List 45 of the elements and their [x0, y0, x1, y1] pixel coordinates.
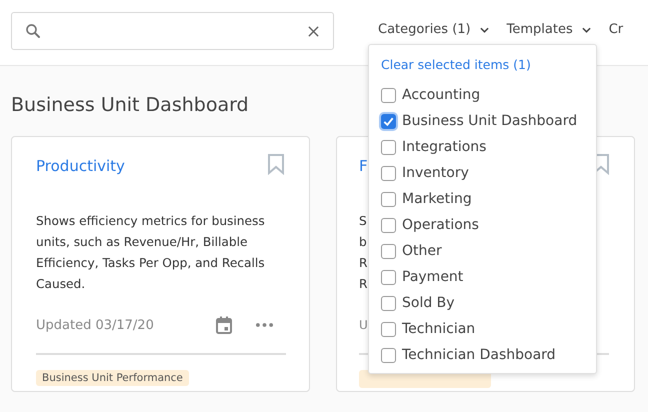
- card-description: R: [359, 276, 368, 293]
- category-option[interactable]: Sold By: [381, 290, 455, 316]
- checkbox[interactable]: [381, 244, 396, 258]
- caret-icon: [582, 26, 591, 32]
- updated-date: Updated 03/17/20: [36, 318, 155, 332]
- category-option[interactable]: Marketing: [381, 186, 472, 212]
- category-option[interactable]: Other: [381, 238, 442, 264]
- card-description: S: [359, 213, 367, 230]
- checkbox[interactable]: [381, 192, 396, 206]
- checkbox[interactable]: [381, 348, 396, 362]
- card-description: Shows efficiency metrics for business units, such as Revenue/Hr, Billable Efficiency, Tasks Per Opp, and Recalls Caused.: [36, 213, 266, 293]
- checkbox[interactable]: [381, 270, 396, 284]
- updated-date: U: [359, 318, 368, 332]
- filter-dropdown[interactable]: Templates: [506, 22, 591, 37]
- bookmark-icon[interactable]: [267, 153, 285, 175]
- more-icon[interactable]: [256, 323, 273, 327]
- checkbox[interactable]: [381, 218, 396, 232]
- card-title-link[interactable]: F: [359, 157, 368, 175]
- section-heading: Business Unit Dashboard: [11, 94, 249, 116]
- card-description: R: [359, 255, 368, 272]
- category-option[interactable]: Payment: [381, 264, 464, 290]
- checkbox[interactable]: [381, 88, 396, 102]
- category-tag: Business Unit Performance: [36, 370, 189, 386]
- card-title-link[interactable]: Productivity: [36, 157, 125, 175]
- filter-dropdown[interactable]: Cr: [608, 22, 624, 37]
- search-field[interactable]: [11, 12, 334, 50]
- card-description: b: [359, 234, 367, 251]
- calendar-icon[interactable]: [216, 316, 232, 334]
- checkbox[interactable]: [381, 114, 396, 128]
- category-option[interactable]: Inventory: [381, 160, 469, 186]
- clear-selection-link[interactable]: Clear selected items (1): [381, 57, 531, 72]
- category-option[interactable]: Technician: [381, 316, 476, 342]
- category-option[interactable]: Accounting: [381, 82, 480, 108]
- category-option[interactable]: Integrations: [381, 134, 486, 160]
- category-option[interactable]: Business Unit Dashboard: [381, 108, 578, 134]
- caret-icon: [480, 26, 489, 32]
- category-option[interactable]: Operations: [381, 212, 479, 238]
- filter-dropdown[interactable]: Categories (1): [378, 22, 489, 37]
- clear-icon[interactable]: [308, 26, 319, 36]
- checkbox[interactable]: [381, 322, 396, 336]
- checkbox[interactable]: [381, 140, 396, 154]
- checkbox[interactable]: [381, 166, 396, 180]
- category-option[interactable]: Technician Dashboard: [381, 342, 556, 368]
- checkbox[interactable]: [381, 296, 396, 310]
- search-icon: [24, 22, 42, 40]
